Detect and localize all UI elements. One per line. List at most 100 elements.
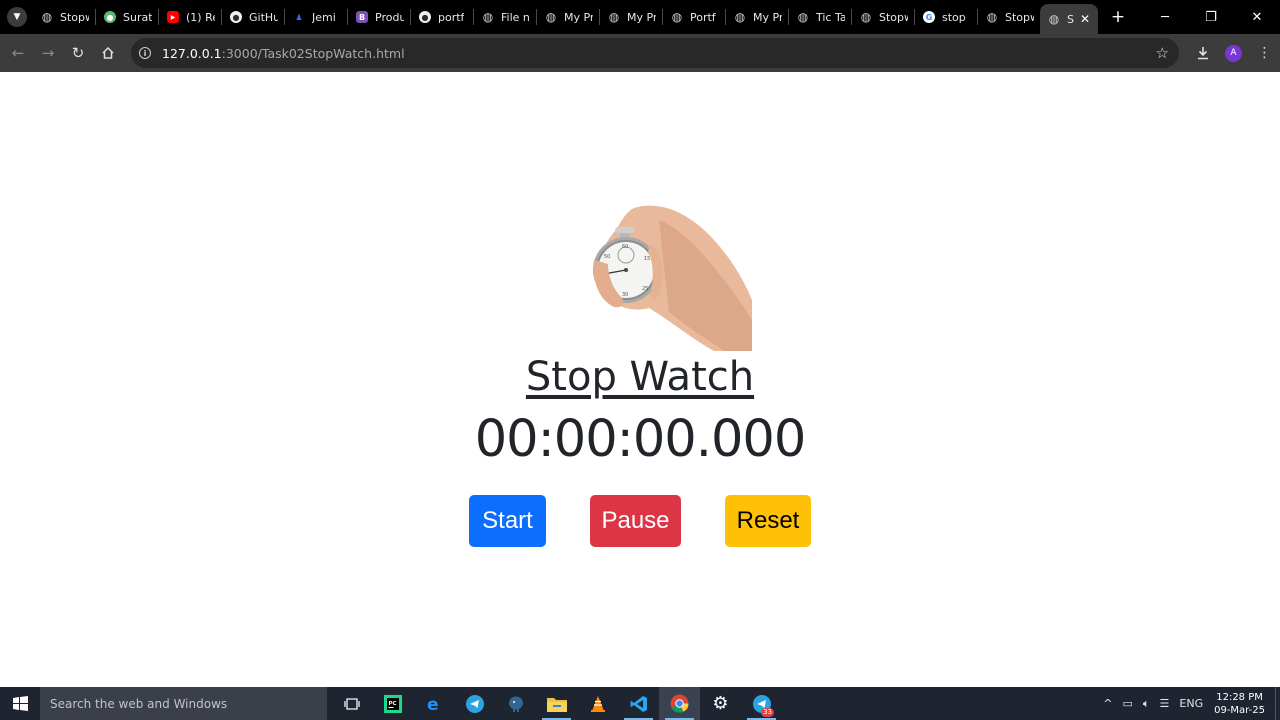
tab[interactable]: ◍ Tic Ta: [789, 4, 851, 30]
arrow-right-icon: →: [41, 44, 55, 62]
vlc-app[interactable]: [577, 687, 618, 720]
address-bar[interactable]: i 127.0.0.1:3000/Task02StopWatch.html ☆: [131, 38, 1179, 68]
downloads-button[interactable]: [1187, 46, 1218, 60]
minimize-button[interactable]: ─: [1142, 0, 1188, 34]
postgresql-icon: [508, 696, 523, 712]
postgres-app[interactable]: [495, 687, 536, 720]
chrome-icon: [670, 694, 689, 713]
pause-button[interactable]: Pause: [590, 495, 681, 547]
tab-search-button[interactable]: ▼: [7, 7, 27, 27]
back-button[interactable]: ←: [3, 38, 33, 68]
tab[interactable]: ◍ Stopw: [33, 4, 95, 30]
show-desktop-button[interactable]: [1275, 687, 1280, 720]
time-display: 00:00:00.000: [474, 410, 807, 469]
bookmark-star-icon[interactable]: ☆: [1156, 44, 1169, 62]
site-info-icon[interactable]: i: [139, 47, 151, 59]
gear-icon: ⚙: [712, 693, 729, 714]
tab[interactable]: ◍ My Pr: [537, 4, 599, 30]
edge-app[interactable]: e: [413, 687, 454, 720]
tab-label: My Pr: [753, 10, 782, 24]
svg-text:PC: PC: [388, 701, 396, 707]
tab[interactable]: ♟ Jemi: [285, 4, 347, 30]
stopwatch-hand-image: 60152530354550: [564, 200, 752, 351]
volume-icon[interactable]: 🔈︎: [1143, 697, 1150, 711]
reload-button[interactable]: ↻: [63, 38, 93, 68]
tab-label: Stopw: [60, 10, 89, 24]
battery-icon[interactable]: ▭: [1123, 697, 1133, 710]
tab-label: File n: [501, 10, 530, 24]
globe-icon: ◍: [986, 10, 998, 24]
reset-button[interactable]: Reset: [725, 495, 811, 547]
tab-label: GitHu: [249, 10, 278, 24]
forward-button[interactable]: →: [33, 38, 63, 68]
telegram-desktop-app[interactable]: [454, 687, 495, 720]
person-icon: ♟: [295, 12, 303, 22]
tab[interactable]: B Produ: [348, 4, 410, 30]
close-tab-icon[interactable]: ✕: [1080, 12, 1090, 26]
clock-time: 12:28 PM: [1216, 691, 1263, 703]
pycharm-app[interactable]: PC: [372, 687, 413, 720]
tab[interactable]: ● GitHu: [222, 4, 284, 30]
menu-button[interactable]: ⋮: [1249, 45, 1280, 61]
new-tab-button[interactable]: +: [1108, 7, 1128, 27]
globe-icon: ◍: [671, 10, 683, 24]
tab[interactable]: ◍ Stopw: [978, 4, 1040, 30]
tab[interactable]: ◍ My Pr: [600, 4, 662, 30]
download-icon: [1197, 47, 1208, 60]
vlc-icon: [590, 695, 605, 712]
tab-active[interactable]: ◍ S ✕: [1040, 4, 1098, 34]
tab[interactable]: ◍ Stopw: [852, 4, 914, 30]
url-path: :3000/Task02StopWatch.html: [221, 45, 405, 61]
toolbar-actions: A ⋮: [1187, 34, 1280, 72]
tab[interactable]: ● Surat: [96, 4, 158, 30]
action-center-icon[interactable]: ☰: [1160, 697, 1170, 710]
tab[interactable]: ▶ (1) Re: [159, 4, 221, 30]
tab-label: Stopw: [879, 10, 908, 24]
search-placeholder: Search the web and Windows: [50, 696, 228, 711]
more-vert-icon: ⋮: [1257, 45, 1272, 61]
youtube-icon: ▶: [167, 11, 179, 23]
bootstrap-icon: B: [356, 11, 368, 23]
start-button[interactable]: Start: [469, 495, 546, 547]
tab[interactable]: Gstop: [915, 4, 977, 30]
language-indicator[interactable]: ENG: [1179, 697, 1203, 710]
page-content: 60152530354550 Stop Watch 00:00:00.000 S…: [0, 72, 1280, 687]
globe-icon: ◍: [41, 10, 53, 24]
stopwatch-illustration: 60152530354550: [593, 205, 752, 351]
close-window-button[interactable]: ✕: [1234, 0, 1280, 34]
vscode-app[interactable]: [618, 687, 659, 720]
globe-icon: ◍: [608, 10, 620, 24]
tab-label: My Pr: [627, 10, 656, 24]
tab[interactable]: ◍ My Pr: [726, 4, 788, 30]
task-view-icon: [343, 697, 360, 710]
tab-label: stop: [942, 10, 966, 24]
profile-icon: ●: [104, 11, 116, 23]
svg-text:30: 30: [622, 292, 628, 298]
chevron-up-icon[interactable]: ^: [1103, 697, 1112, 710]
svg-text:60: 60: [622, 244, 628, 250]
file-explorer-app[interactable]: [536, 687, 577, 720]
tab-label: portf: [438, 10, 465, 24]
restore-button[interactable]: ❐: [1188, 0, 1234, 34]
profile-button[interactable]: A: [1218, 44, 1249, 62]
taskbar-search-box[interactable]: Search the web and Windows: [40, 687, 327, 720]
tab-label: Stopw: [1005, 10, 1034, 24]
folder-icon: [546, 697, 567, 712]
tab-label: (1) Re: [186, 10, 215, 24]
settings-app[interactable]: ⚙: [700, 687, 741, 720]
start-menu-button[interactable]: [0, 687, 40, 720]
reload-icon: ↻: [71, 44, 85, 62]
taskbar-apps: PC e ⚙ 33: [331, 687, 782, 720]
tab[interactable]: ◍ Portf: [663, 4, 725, 30]
tab[interactable]: ● portf: [411, 4, 473, 30]
google-icon: G: [923, 11, 935, 23]
window-controls: ─ ❐ ✕: [1142, 0, 1280, 34]
home-button[interactable]: [93, 38, 123, 68]
taskbar-clock[interactable]: 12:28 PM 09-Mar-25: [1214, 691, 1265, 717]
tab[interactable]: ◍ File n: [474, 4, 536, 30]
svg-text:25: 25: [642, 286, 648, 292]
task-view-button[interactable]: [331, 687, 372, 720]
page-title: Stop Watch: [525, 354, 755, 400]
chrome-app[interactable]: [659, 687, 700, 720]
telegram-app[interactable]: 33: [741, 687, 782, 720]
